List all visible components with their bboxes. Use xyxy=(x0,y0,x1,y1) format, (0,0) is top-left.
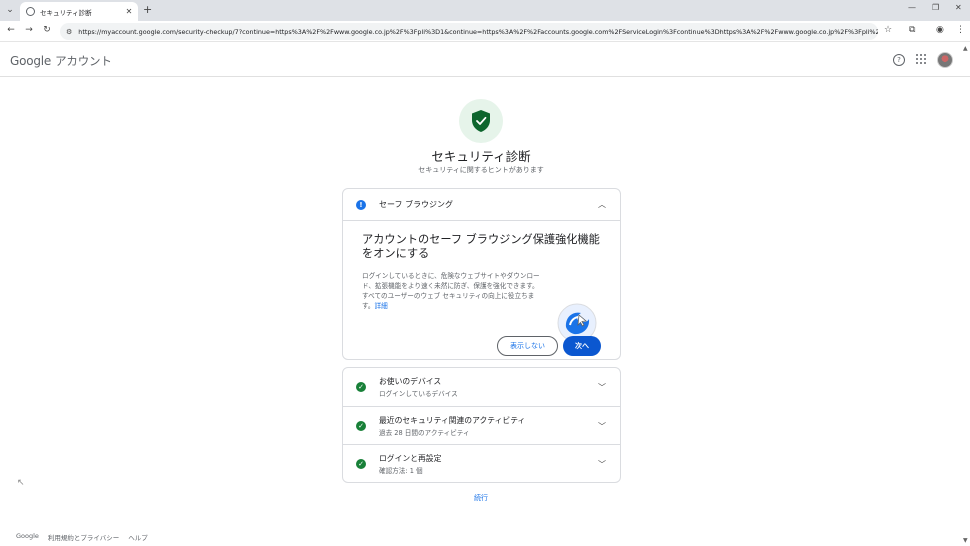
window-close-icon[interactable]: ✕ xyxy=(955,3,962,12)
google-account-logo[interactable]: Google アカウント xyxy=(10,53,112,69)
minimize-icon[interactable]: — xyxy=(908,3,916,12)
help-icon[interactable]: ? xyxy=(893,54,905,66)
checkup-item-activity[interactable]: ✓ 最近のセキュリティ関連のアクティビティ 過去 28 日間のアクティビティ ﹀ xyxy=(343,406,620,444)
item-subtitle: 過去 28 日間のアクティビティ xyxy=(379,428,470,437)
learn-more-link[interactable]: 詳細 xyxy=(375,302,388,310)
checkup-items-list: ✓ お使いのデバイス ログインしているデバイス ﹀ ✓ 最近のセキュリティ関連の… xyxy=(342,367,621,483)
info-alert-icon: ! xyxy=(356,199,366,210)
forward-icon[interactable]: → xyxy=(23,25,35,35)
reload-icon[interactable]: ↻ xyxy=(41,25,53,35)
tab-close-icon[interactable]: ✕ xyxy=(123,7,135,16)
safe-browsing-card: ! セーフ ブラウジング ︿ アカウントのセーフ ブラウジング保護強化機能をオン… xyxy=(342,188,621,360)
address-bar[interactable]: ⚙ https://myaccount.google.com/security-… xyxy=(60,23,878,40)
profile-icon[interactable]: ◉ xyxy=(936,25,944,35)
browser-tab-active[interactable]: セキュリティ診断 ✕ xyxy=(20,2,138,21)
page-scrollbar[interactable]: ▲ ▼ xyxy=(962,43,970,546)
new-tab-icon[interactable]: + xyxy=(143,3,152,16)
footer-terms-link[interactable]: 利用規約とプライバシー xyxy=(48,532,119,542)
safe-browsing-label: セーフ ブラウジング xyxy=(379,200,454,209)
dismiss-button[interactable]: 表示しない xyxy=(497,336,558,356)
item-title: ログインと再設定 xyxy=(379,453,442,463)
google-favicon-icon xyxy=(26,7,35,16)
safe-browsing-description: ログインしているときに、危険なウェブサイトやダウンロード、拡張機能をより速く未然… xyxy=(362,271,544,311)
safe-browsing-header[interactable]: ! セーフ ブラウジング ︿ xyxy=(343,189,620,220)
item-title: お使いのデバイス xyxy=(379,377,442,386)
chevron-down-icon[interactable]: ﹀ xyxy=(598,421,606,432)
browser-tab-strip: ⌄ セキュリティ診断 ✕ + — ❐ ✕ xyxy=(0,0,970,21)
tab-search-icon[interactable]: ⌄ xyxy=(4,4,16,16)
continue-link[interactable]: 続行 xyxy=(0,493,962,503)
safe-browsing-title: アカウントのセーフ ブラウジング保護強化機能をオンにする xyxy=(362,233,600,260)
checkup-item-devices[interactable]: ✓ お使いのデバイス ログインしているデバイス ﹀ xyxy=(343,368,620,406)
avatar[interactable] xyxy=(937,52,953,68)
app-header: Google アカウント ? xyxy=(0,43,970,77)
tab-title: セキュリティ診断 xyxy=(40,8,92,17)
item-subtitle: ログインしているデバイス xyxy=(379,390,458,398)
check-circle-icon: ✓ xyxy=(356,382,366,392)
mouse-cursor-icon: ↖ xyxy=(17,478,25,488)
checkup-item-signin-recovery[interactable]: ✓ ログインと再設定 確認方法: 1 個 ﹀ xyxy=(343,444,620,482)
item-title: 最近のセキュリティ関連のアクティビティ xyxy=(379,415,526,425)
bookmark-star-icon[interactable]: ☆ xyxy=(884,25,892,35)
logo-account-text: アカウント xyxy=(55,54,112,68)
address-url: https://myaccount.google.com/security-ch… xyxy=(78,27,878,36)
apps-grid-icon[interactable] xyxy=(916,54,926,64)
browser-toolbar: ← → ↻ ⚙ https://myaccount.google.com/sec… xyxy=(0,21,970,42)
safe-browsing-body: アカウントのセーフ ブラウジング保護強化機能をオンにする ログインしているときに… xyxy=(343,220,620,359)
footer-help-link[interactable]: ヘルプ xyxy=(128,532,148,542)
description-text: ログインしているときに、危険なウェブサイトやダウンロード、拡張機能をより速く未然… xyxy=(362,272,540,310)
check-circle-icon: ✓ xyxy=(356,458,366,469)
page-subtitle: セキュリティに関するヒントがあります xyxy=(418,166,544,174)
browser-menu-icon[interactable]: ⋮ xyxy=(956,25,965,35)
scroll-down-icon[interactable]: ▼ xyxy=(963,537,968,544)
footer: Google 利用規約とプライバシー ヘルプ xyxy=(16,532,148,542)
check-circle-icon: ✓ xyxy=(356,420,366,431)
chevron-down-icon[interactable]: ﹀ xyxy=(598,382,606,393)
back-icon[interactable]: ← xyxy=(5,25,17,35)
scroll-up-icon[interactable]: ▲ xyxy=(963,45,968,52)
chevron-up-icon[interactable]: ︿ xyxy=(598,199,606,210)
site-info-icon[interactable]: ⚙ xyxy=(66,28,72,36)
restore-icon[interactable]: ❐ xyxy=(932,3,939,12)
logo-google-text: Google xyxy=(10,54,52,68)
next-button[interactable]: 次へ xyxy=(563,336,601,356)
shield-check-icon xyxy=(472,110,490,132)
chevron-down-icon[interactable]: ﹀ xyxy=(598,459,606,470)
page-title: セキュリティ診断 xyxy=(431,149,531,164)
footer-google-link[interactable]: Google xyxy=(16,532,39,542)
item-subtitle: 確認方法: 1 個 xyxy=(379,466,423,475)
shield-check-badge xyxy=(459,99,503,143)
extensions-icon[interactable]: ⧉ xyxy=(909,25,915,35)
